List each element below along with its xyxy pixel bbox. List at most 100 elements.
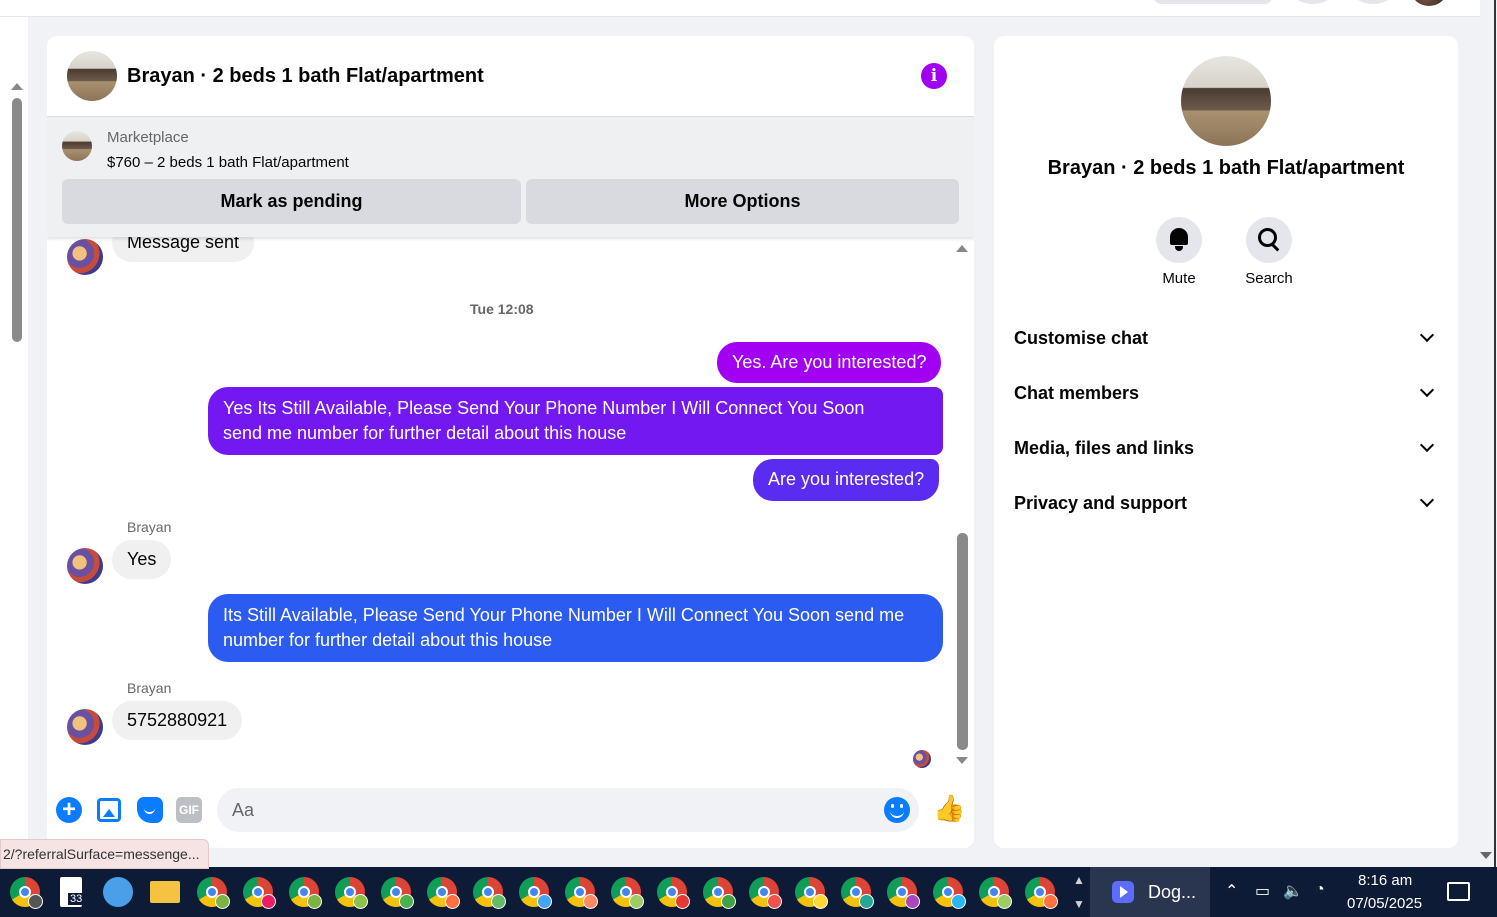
chrome-icon[interactable] [519,877,552,909]
profile-badge [721,894,736,909]
window-edge [1494,0,1496,867]
search-icon[interactable] [1246,217,1292,263]
taskbar-scroll-down-icon[interactable]: ▼ [1073,897,1085,911]
more-options-button[interactable]: More Options [526,179,959,224]
page-scroll-up-arrow[interactable] [11,83,23,90]
info-icon[interactable]: i [921,63,947,89]
section-label: Privacy and support [1014,493,1188,513]
chrome-icon[interactable] [979,877,1012,909]
snip-icon[interactable] [103,877,133,907]
profile-badge [491,894,506,909]
profile-badge [997,894,1012,909]
page-scroll-down-arrow[interactable] [1480,852,1492,859]
messages-scroll-up-arrow[interactable] [956,245,968,252]
sender-name: Brayan [127,680,172,696]
top-search-pill[interactable] [1153,0,1273,4]
chrome-icon[interactable] [933,877,966,909]
section-privacy-support[interactable]: Privacy and support [994,479,1458,529]
mark-as-pending-button[interactable]: Mark as pending [62,179,521,224]
message-line: send me number for further detail about … [223,423,627,443]
sender-name: Brayan [127,519,172,535]
chevron-down-icon[interactable] [1419,437,1435,453]
clock-date[interactable]: 07/05/2025 [1347,895,1422,912]
file-badge: 33 [68,893,85,905]
sender-avatar[interactable] [67,709,103,745]
chrome-icon[interactable] [473,877,506,909]
mute-button[interactable]: Mute [1144,217,1214,287]
sender-avatar[interactable] [67,548,103,584]
photo-icon[interactable] [97,798,121,822]
chrome-icon[interactable] [335,877,368,909]
page-scrollbar-thumb[interactable] [12,98,22,342]
section-chat-members[interactable]: Chat members [994,369,1458,419]
account-avatar[interactable] [1412,0,1446,6]
file-icon[interactable]: 33 [60,877,85,907]
top-notifications-button[interactable] [1353,0,1393,4]
chat-panel: Brayan · 2 beds 1 bath Flat/apartment i … [47,36,974,848]
status-bar-url: 2/?referralSurface=messenge... [0,839,209,869]
chrome-icon[interactable] [10,877,43,909]
plus-icon[interactable]: + [56,797,82,823]
chevron-down-icon[interactable] [1419,492,1435,508]
chrome-icon[interactable] [381,877,414,909]
chevron-down-icon[interactable] [1419,382,1435,398]
chrome-icon[interactable] [887,877,920,909]
volume-icon[interactable]: 🔈 [1283,881,1303,901]
chrome-icon[interactable] [749,877,782,909]
messages-scroll-down-arrow[interactable] [956,757,968,764]
message-input[interactable] [217,788,919,832]
chrome-icon[interactable] [197,877,230,909]
chrome-icon[interactable] [243,877,276,909]
clock-time[interactable]: 8:16 am [1358,872,1412,889]
notification-center-icon[interactable] [1447,882,1470,901]
section-label: Media, files and links [1014,438,1195,458]
conversation-title[interactable]: Brayan · 2 beds 1 bath Flat/apartment [127,65,484,88]
top-menu-button[interactable] [1293,0,1333,4]
section-customise-chat[interactable]: Customise chat [994,314,1458,364]
gif-icon[interactable]: GIF [176,797,202,823]
profile-badge [28,894,43,909]
message-timestamp: Tue 12:08 [470,301,534,317]
outgoing-message: Are you interested? [753,459,940,501]
section-label: Chat members [1014,383,1140,403]
messages-scrollbar-thumb[interactable] [957,533,968,750]
profile-badge [261,894,276,909]
listing-title[interactable]: $760 – 2 beds 1 bath Flat/apartment [107,154,349,171]
chrome-icon[interactable] [795,877,828,909]
chrome-icon[interactable] [703,877,736,909]
chrome-icon[interactable] [565,877,598,909]
message-composer: + GIF 👍 [47,784,974,838]
tray-chevron-up-icon[interactable]: ⌃ [1225,881,1238,901]
message-line: number for further detail about this hou… [223,630,553,650]
chrome-icon[interactable] [841,877,874,909]
chrome-icon[interactable] [289,877,322,909]
wifi-icon[interactable]: ◔ [1315,881,1325,899]
folder-icon[interactable] [150,881,180,903]
profile-badge [307,894,322,909]
mute-label: Mute [1162,270,1196,287]
taskbar-active-app[interactable]: Dog... [1090,867,1210,917]
chrome-icon[interactable] [1025,877,1058,909]
profile-badge [537,894,552,909]
chrome-icon[interactable] [657,877,690,909]
profile-badge [215,894,230,909]
sticker-icon[interactable] [137,797,163,823]
section-media-files-links[interactable]: Media, files and links [994,424,1458,474]
listing-thumbnail[interactable] [62,131,92,161]
sender-avatar[interactable] [67,239,103,275]
search-label: Search [1245,270,1293,287]
bell-icon[interactable] [1156,217,1202,263]
emoji-icon[interactable] [884,797,910,823]
search-button[interactable]: Search [1234,217,1304,287]
chrome-icon[interactable] [611,877,644,909]
battery-icon[interactable]: ▭ [1255,881,1270,901]
info-avatar[interactable] [1181,56,1271,146]
message-list: Message sent Tue 12:08 Yes. Are you inte… [47,223,974,777]
message-line: Its Still Available, Please Send Your Ph… [223,605,905,625]
chevron-down-icon[interactable] [1419,327,1435,343]
profile-badge [905,894,920,909]
conversation-avatar[interactable] [67,51,117,101]
like-icon[interactable]: 👍 [933,794,965,822]
taskbar-scroll-up-icon[interactable]: ▲ [1073,873,1085,887]
chrome-icon[interactable] [427,877,460,909]
